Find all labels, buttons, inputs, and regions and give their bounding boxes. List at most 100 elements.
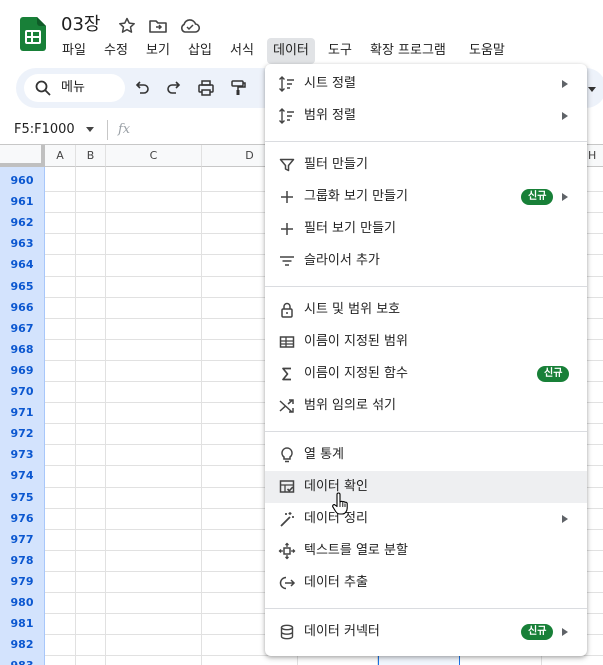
row-header[interactable]: 976 <box>0 508 44 529</box>
menu-item-data-validation[interactable]: 데이터 확인 <box>265 471 587 503</box>
name-box[interactable]: F5:F1000 <box>14 121 75 139</box>
menu-item-sort-sheet[interactable]: 시트 정렬 <box>265 68 587 100</box>
row-header[interactable]: 966 <box>0 297 44 318</box>
row-header[interactable]: 969 <box>0 360 44 381</box>
menu-item-sort-range[interactable]: 범위 정렬 <box>265 100 587 132</box>
hand-cursor-icon <box>330 492 350 516</box>
row-header[interactable]: 970 <box>0 381 44 402</box>
split-columns-icon <box>278 542 296 560</box>
data-validation-icon <box>278 478 296 496</box>
menu-item-create-group-view[interactable]: 그룹화 보기 만들기 신규 <box>265 181 587 213</box>
row-header[interactable]: 980 <box>0 592 44 613</box>
undo-icon[interactable] <box>133 79 151 97</box>
column-header-h[interactable]: H <box>587 145 603 167</box>
menu-item-split-text-to-columns[interactable]: 텍스트를 열로 분할 <box>265 535 587 567</box>
row-header[interactable]: 962 <box>0 212 44 233</box>
row-header[interactable]: 961 <box>0 191 44 212</box>
lightbulb-icon <box>278 446 296 464</box>
menu-item-randomize-range[interactable]: 범위 임의로 섞기 <box>265 390 587 422</box>
menu-item-create-filter[interactable]: 필터 만들기 <box>265 149 587 181</box>
row-header[interactable]: 964 <box>0 254 44 275</box>
row-header[interactable]: 967 <box>0 318 44 339</box>
new-badge: 신규 <box>521 624 554 640</box>
lock-icon <box>278 301 296 319</box>
plus-icon <box>278 188 296 206</box>
submenu-arrow-icon <box>562 628 568 636</box>
sigma-icon <box>278 365 296 383</box>
row-header[interactable]: 965 <box>0 276 44 297</box>
move-folder-icon[interactable] <box>148 16 168 36</box>
row-header[interactable]: 972 <box>0 423 44 444</box>
extract-icon <box>278 574 296 592</box>
row-header[interactable]: 963 <box>0 233 44 254</box>
column-header-a[interactable]: A <box>45 145 76 167</box>
row-header[interactable]: 960 <box>0 170 44 191</box>
menu-item-named-ranges[interactable]: 이름이 지정된 범위 <box>265 326 587 358</box>
filter-icon <box>278 156 296 174</box>
toolbar-overflow-caret-icon[interactable] <box>588 87 596 92</box>
data-menu: 시트 정렬 범위 정렬 필터 만들기 그룹화 보기 만들기 신규 필터 보기 만… <box>265 64 587 656</box>
database-icon <box>278 623 296 641</box>
menu-help[interactable]: 도움말 <box>469 41 505 61</box>
menu-item-create-filter-view[interactable]: 필터 보기 만들기 <box>265 213 587 245</box>
menu-file[interactable]: 파일 <box>62 41 86 61</box>
menu-item-data-connectors[interactable]: 데이터 커넥터 신규 <box>265 616 587 648</box>
row-header[interactable]: 983 <box>0 655 44 665</box>
menu-format[interactable]: 서식 <box>230 41 254 61</box>
new-badge: 신규 <box>521 189 554 205</box>
sort-icon <box>278 107 296 125</box>
plus-icon <box>278 220 296 238</box>
menu-tools[interactable]: 도구 <box>328 41 352 61</box>
row-header[interactable]: 982 <box>0 634 44 655</box>
submenu-arrow-icon <box>562 515 568 523</box>
menu-search-label: 메뉴 <box>61 80 85 95</box>
table-icon <box>278 333 296 351</box>
menu-data[interactable]: 데이터 <box>267 38 315 64</box>
cloud-saved-icon[interactable] <box>179 16 201 36</box>
menu-separator <box>265 286 587 287</box>
menu-view[interactable]: 보기 <box>146 41 170 61</box>
name-box-dropdown-icon[interactable] <box>86 127 94 132</box>
menu-item-data-cleanup[interactable]: 데이터 정리 <box>265 503 587 535</box>
search-icon <box>34 79 52 97</box>
redo-icon[interactable] <box>165 79 183 97</box>
row-header[interactable]: 977 <box>0 529 44 550</box>
magic-wand-icon <box>278 510 296 528</box>
row-header[interactable]: 975 <box>0 487 44 508</box>
menu-insert[interactable]: 삽입 <box>188 41 212 61</box>
submenu-arrow-icon <box>562 193 568 201</box>
menu-separator <box>265 431 587 432</box>
column-header-c[interactable]: C <box>106 145 202 167</box>
column-header-b[interactable]: B <box>76 145 106 167</box>
row-header[interactable]: 968 <box>0 339 44 360</box>
submenu-arrow-icon <box>562 80 568 88</box>
menu-edit[interactable]: 수정 <box>104 41 128 61</box>
row-header[interactable]: 981 <box>0 613 44 634</box>
select-all-corner[interactable] <box>0 145 45 167</box>
fx-icon: fx <box>118 122 131 137</box>
document-title[interactable]: 03장 <box>61 14 100 36</box>
slicer-icon <box>278 252 296 270</box>
sort-icon <box>278 75 296 93</box>
menu-item-add-slicer[interactable]: 슬라이서 추가 <box>265 245 587 277</box>
sheets-logo[interactable] <box>20 17 46 51</box>
menu-extensions[interactable]: 확장 프로그램 <box>370 41 446 61</box>
menu-item-data-extraction[interactable]: 데이터 추출 <box>265 567 587 599</box>
star-icon[interactable] <box>117 16 137 36</box>
shuffle-icon <box>278 397 296 415</box>
formula-divider <box>107 120 108 140</box>
menu-separator <box>265 608 587 609</box>
row-header[interactable]: 979 <box>0 571 44 592</box>
row-headers: 960 961 962 963 964 965 966 967 968 969 970 971 972 9… <box>0 167 45 665</box>
row-header[interactable]: 978 <box>0 550 44 571</box>
menu-item-column-stats[interactable]: 열 통계 <box>265 439 587 471</box>
menu-separator <box>265 141 587 142</box>
menu-item-protect-sheets[interactable]: 시트 및 범위 보호 <box>265 294 587 326</box>
row-header[interactable]: 973 <box>0 444 44 465</box>
menu-item-named-functions[interactable]: 이름이 지정된 함수 신규 <box>265 358 587 390</box>
row-header[interactable]: 974 <box>0 465 44 486</box>
submenu-arrow-icon <box>562 112 568 120</box>
paint-format-icon[interactable] <box>229 79 247 97</box>
print-icon[interactable] <box>197 79 215 97</box>
row-header[interactable]: 971 <box>0 402 44 423</box>
